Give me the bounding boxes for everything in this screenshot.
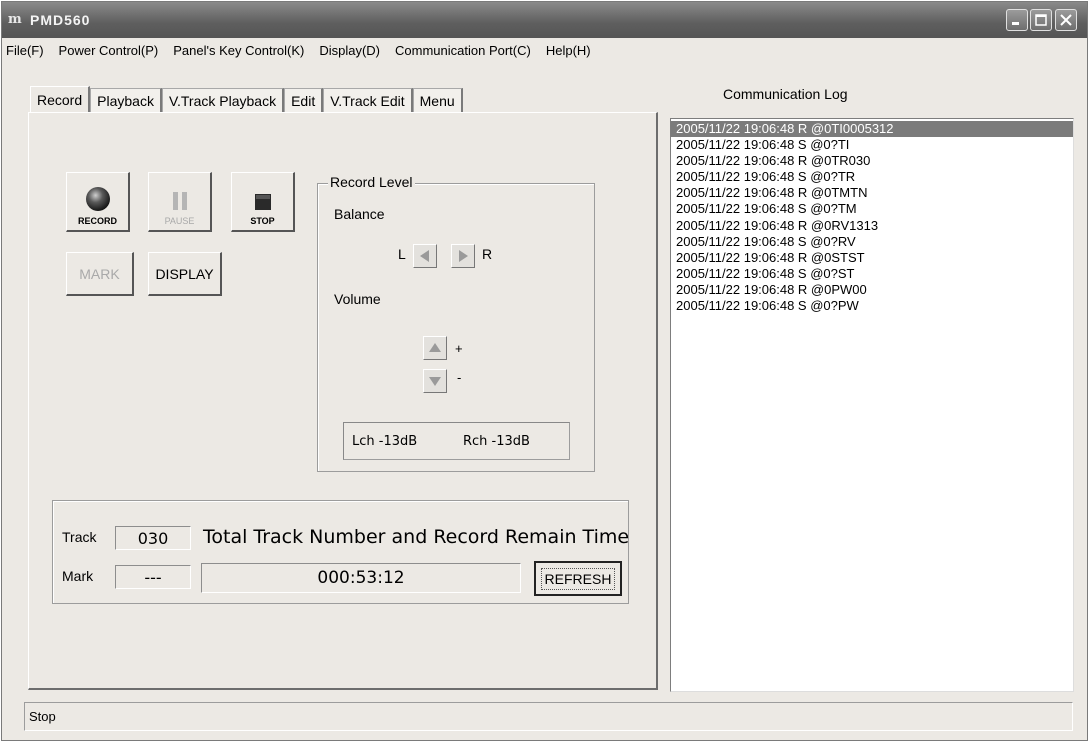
record-button[interactable]: RECORD <box>66 172 130 232</box>
log-line[interactable]: 2005/11/22 19:06:48 S @0?TR <box>671 169 1073 185</box>
log-line[interactable]: 2005/11/22 19:06:48 S @0?RV <box>671 234 1073 250</box>
balance-left-label: L <box>398 246 406 262</box>
menu-bar: File(F) Power Control(P) Panel's Key Con… <box>2 39 1087 61</box>
track-number-field: 030 <box>115 526 191 550</box>
app-window: m PMD560 File(F) Power Control(P) Panel'… <box>1 1 1088 741</box>
display-button[interactable]: DISPLAY <box>148 252 222 296</box>
tab-vtrack-edit[interactable]: V.Track Edit <box>323 88 413 113</box>
menu-panel-key-control[interactable]: Panel's Key Control(K) <box>173 43 304 58</box>
remain-time-field: 000:53:12 <box>201 563 521 593</box>
menu-file[interactable]: File(F) <box>6 43 44 58</box>
tab-vtrack-playback[interactable]: V.Track Playback <box>161 88 285 113</box>
tab-strip: Record Playback V.Track Playback Edit V.… <box>30 86 463 113</box>
stop-label: STOP <box>250 216 275 226</box>
log-line[interactable]: 2005/11/22 19:06:48 R @0STST <box>671 250 1073 266</box>
log-line[interactable]: 2005/11/22 19:06:48 S @0?TM <box>671 201 1073 217</box>
pause-label: PAUSE <box>164 216 195 226</box>
minimize-icon <box>1012 22 1019 25</box>
status-bar: Stop <box>24 702 1073 731</box>
status-text: Stop <box>29 709 56 724</box>
log-line[interactable]: 2005/11/22 19:06:48 R @0TI0005312 <box>671 121 1073 138</box>
stop-icon <box>254 194 271 210</box>
arrow-right-icon <box>459 250 468 262</box>
maximize-button[interactable] <box>1030 9 1052 31</box>
log-title: Communication Log <box>723 86 848 102</box>
rch-level: Rch -13dB <box>463 434 530 449</box>
app-logo-icon: m <box>8 12 22 27</box>
balance-label: Balance <box>334 206 385 222</box>
volume-label: Volume <box>334 291 381 307</box>
volume-up-button[interactable] <box>423 336 447 360</box>
tab-menu[interactable]: Menu <box>412 88 463 113</box>
log-line[interactable]: 2005/11/22 19:06:48 R @0RV1313 <box>671 218 1073 234</box>
balance-left-button[interactable] <box>413 244 437 268</box>
close-icon <box>1060 14 1072 26</box>
maximize-icon <box>1035 14 1047 26</box>
track-label: Track <box>62 529 97 545</box>
refresh-button[interactable]: REFRESH <box>534 561 622 596</box>
arrow-up-icon <box>429 343 441 352</box>
log-line[interactable]: 2005/11/22 19:06:48 S @0?ST <box>671 266 1073 282</box>
record-label: RECORD <box>77 216 117 226</box>
log-line[interactable]: 2005/11/22 19:06:48 S @0?PW <box>671 298 1073 314</box>
menu-power-control[interactable]: Power Control(P) <box>59 43 159 58</box>
balance-right-label: R <box>482 246 493 262</box>
menu-help[interactable]: Help(H) <box>546 43 591 58</box>
window-title: PMD560 <box>30 12 91 28</box>
title-bar[interactable]: m PMD560 <box>2 2 1087 38</box>
volume-minus-label: - <box>457 370 462 385</box>
menu-communication-port[interactable]: Communication Port(C) <box>395 43 531 58</box>
refresh-label: REFRESH <box>540 567 616 590</box>
lch-level: Lch -13dB <box>352 434 418 449</box>
volume-plus-label: + <box>455 341 463 356</box>
tab-playback[interactable]: Playback <box>90 88 162 113</box>
tab-edit[interactable]: Edit <box>284 88 324 113</box>
mark-number-field: --- <box>115 565 191 589</box>
log-line[interactable]: 2005/11/22 19:06:48 S @0?TI <box>671 137 1073 153</box>
stop-button[interactable]: STOP <box>231 172 295 232</box>
arrow-left-icon <box>420 250 429 262</box>
record-icon <box>85 187 110 211</box>
communication-log-list[interactable]: 2005/11/22 19:06:48 R @0TI0005312 2005/1… <box>670 118 1074 692</box>
minimize-button[interactable] <box>1006 9 1028 31</box>
mark-button[interactable]: MARK <box>66 252 134 296</box>
arrow-down-icon <box>429 377 441 386</box>
log-line[interactable]: 2005/11/22 19:06:48 R @0PW00 <box>671 282 1073 298</box>
log-line[interactable]: 2005/11/22 19:06:48 R @0TR030 <box>671 153 1073 169</box>
record-level-legend: Record Level <box>328 174 415 190</box>
balance-right-button[interactable] <box>451 244 475 268</box>
volume-down-button[interactable] <box>423 369 447 393</box>
tab-record[interactable]: Record <box>30 86 91 113</box>
close-button[interactable] <box>1055 9 1077 31</box>
menu-display[interactable]: Display(D) <box>319 43 380 58</box>
log-line[interactable]: 2005/11/22 19:06:48 R @0TMTN <box>671 185 1073 201</box>
track-caption: Total Track Number and Record Remain Tim… <box>203 526 630 548</box>
pause-button[interactable]: PAUSE <box>148 172 212 232</box>
pause-icon <box>172 192 187 210</box>
mark-label: Mark <box>62 568 94 584</box>
